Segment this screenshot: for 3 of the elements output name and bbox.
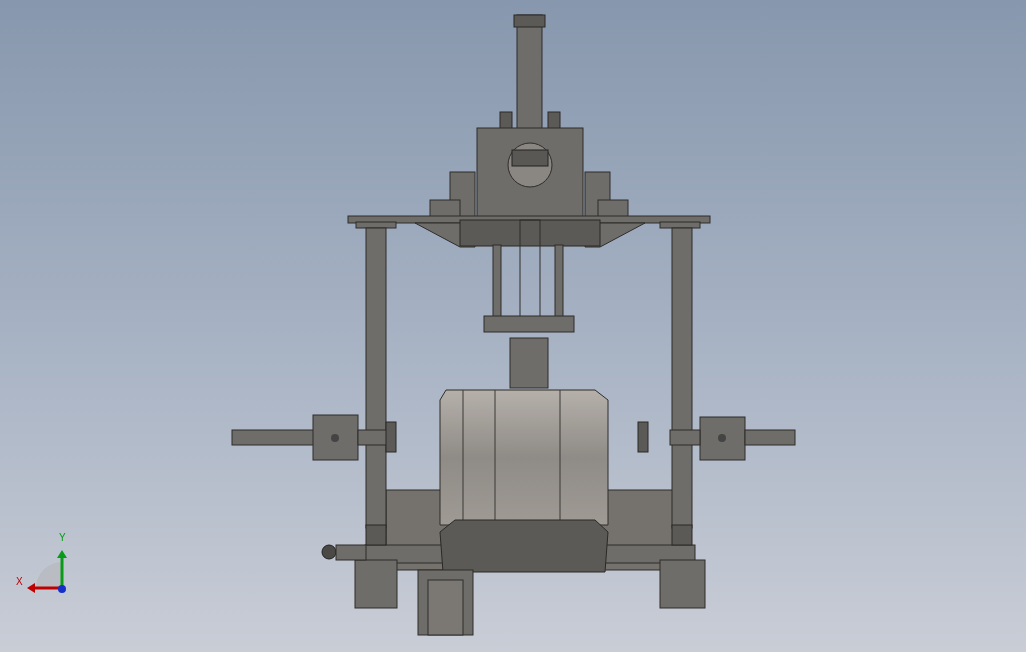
axis-triad-icon xyxy=(27,550,67,593)
x-axis-label: X xyxy=(16,577,23,587)
y-axis-label: Y xyxy=(59,533,66,543)
